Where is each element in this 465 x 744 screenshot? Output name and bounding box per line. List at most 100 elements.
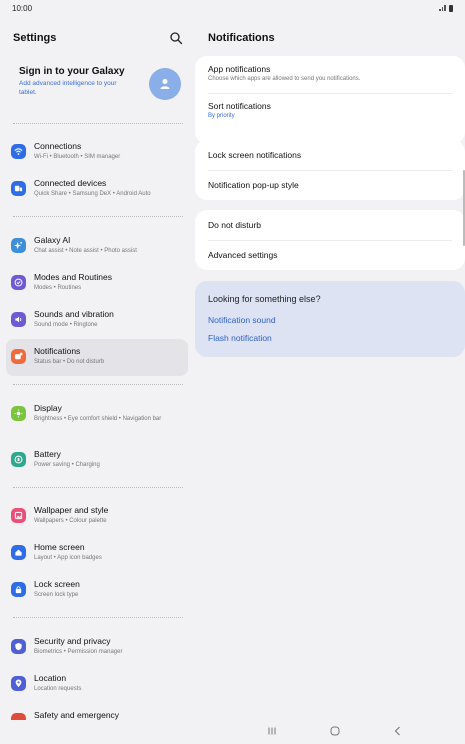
home-circle-icon xyxy=(330,726,340,736)
notification-icon xyxy=(11,349,26,364)
divider xyxy=(208,240,452,241)
menu-item-wallpaper-and-style[interactable]: Wallpaper and style Wallpapers • Colour … xyxy=(6,498,188,535)
menu-item-subtitle: Biometrics • Permission manager xyxy=(34,649,123,655)
menu-item-safety-and-emergency[interactable]: Safety and emergency xyxy=(6,703,188,720)
menu-item-location[interactable]: Location Location requests xyxy=(6,666,188,703)
status-time: 10:00 xyxy=(12,3,33,13)
settings-list-pane: Settings Sign in to your Galaxy Add adva… xyxy=(0,16,195,720)
menu-item-title: Connected devices xyxy=(34,178,107,188)
advanced-settings-row[interactable]: Advanced settings xyxy=(208,250,277,260)
app-notifications-title: App notifications xyxy=(208,64,271,74)
sparkle-icon xyxy=(11,238,26,253)
menu-item-subtitle: Screen lock type xyxy=(34,592,79,598)
account-sign-in[interactable]: Sign in to your Galaxy Add advanced inte… xyxy=(13,66,183,106)
location-pin-icon xyxy=(11,676,26,691)
check-circle-icon xyxy=(11,275,26,290)
suggestions-card: Looking for something else? Notification… xyxy=(195,281,465,357)
signal-icon xyxy=(439,5,447,11)
lock-screen-notifications-title: Lock screen notifications xyxy=(208,150,302,160)
divider xyxy=(208,170,452,171)
menu-item-home-screen[interactable]: Home screen Layout • App icon badges xyxy=(6,535,188,572)
menu-item-security-and-privacy[interactable]: Security and privacy Biometrics • Permis… xyxy=(6,629,188,666)
divider xyxy=(208,93,452,94)
menu-item-sounds-and-vibration[interactable]: Sounds and vibration Sound mode • Ringto… xyxy=(6,302,188,339)
home-icon xyxy=(11,545,26,560)
recent-apps-icon xyxy=(268,727,276,735)
menu-item-title: Location xyxy=(34,673,67,683)
divider xyxy=(13,123,183,124)
sort-notifications-value: By priority xyxy=(208,113,235,119)
menu-item-modes-and-routines[interactable]: Modes and Routines Modes • Routines xyxy=(6,265,188,302)
menu-item-lock-screen[interactable]: Lock screen Screen lock type xyxy=(6,572,188,609)
notification-options-card: App notifications Choose which apps are … xyxy=(195,56,465,144)
menu-item-title: Lock screen xyxy=(34,579,80,589)
lock-icon xyxy=(11,582,26,597)
divider xyxy=(13,617,183,618)
battery-icon xyxy=(11,452,26,467)
menu-item-subtitle: Modes • Routines xyxy=(34,285,82,291)
battery-status-icon xyxy=(449,4,453,12)
menu-item-title: Connections xyxy=(34,141,82,151)
menu-item-subtitle: Location requests xyxy=(34,686,82,692)
notification-popup-style-title: Notification pop-up style xyxy=(208,180,299,190)
recent-apps-button[interactable] xyxy=(265,724,279,738)
menu-item-title: Safety and emergency xyxy=(34,710,120,720)
do-not-disturb-row[interactable]: Do not disturb xyxy=(208,220,261,230)
person-icon xyxy=(160,79,170,89)
menu-item-subtitle: Sound mode • Ringtone xyxy=(34,322,98,328)
menu-item-title: Home screen xyxy=(34,542,85,552)
menu-item-title: Display xyxy=(34,403,62,413)
settings-title: Settings xyxy=(13,32,57,44)
divider xyxy=(13,384,183,385)
menu-item-battery[interactable]: Battery Power saving • Charging xyxy=(6,442,188,479)
other-options-card: Do not disturb Advanced settings xyxy=(195,210,465,270)
emergency-icon xyxy=(11,713,26,720)
menu-item-title: Battery xyxy=(34,449,61,459)
menu-item-title: Security and privacy xyxy=(34,636,111,646)
devices-icon xyxy=(11,181,26,196)
menu-item-display[interactable]: Display Brightness • Eye comfort shield … xyxy=(6,396,188,436)
back-button[interactable] xyxy=(391,724,405,738)
menu-item-subtitle: Quick Share • Samsung DeX • Android Auto xyxy=(34,191,151,197)
sun-icon xyxy=(11,406,26,421)
notifications-detail-pane: Notifications App notifications Choose w… xyxy=(195,16,465,720)
wallpaper-icon xyxy=(11,508,26,523)
flash-notification-link[interactable]: Flash notification xyxy=(208,333,272,343)
status-bar: 10:00 xyxy=(0,0,465,16)
menu-item-connections[interactable]: Connections Wi-Fi • Bluetooth • SIM mana… xyxy=(6,134,188,171)
settings-header: Settings xyxy=(0,16,195,60)
menu-item-subtitle: Brightness • Eye comfort shield • Naviga… xyxy=(34,416,162,422)
menu-item-title: Galaxy AI xyxy=(34,235,71,245)
avatar xyxy=(149,68,181,100)
menu-item-subtitle: Status bar • Do not disturb xyxy=(34,359,105,365)
status-icons xyxy=(439,4,453,12)
menu-item-title: Wallpaper and style xyxy=(34,505,109,515)
menu-item-galaxy-ai[interactable]: Galaxy AI Chat assist • Note assist • Ph… xyxy=(6,228,188,265)
divider xyxy=(13,216,183,217)
divider xyxy=(13,487,183,488)
navigation-bar xyxy=(0,720,465,744)
menu-item-connected-devices[interactable]: Connected devices Quick Share • Samsung … xyxy=(6,171,188,208)
notification-sound-link[interactable]: Notification sound xyxy=(208,315,276,325)
page-title: Notifications xyxy=(208,32,275,44)
menu-item-title: Notifications xyxy=(34,346,81,356)
wifi-icon xyxy=(11,144,26,159)
menu-item-subtitle: Wallpapers • Colour palette xyxy=(34,518,107,524)
search-button[interactable] xyxy=(169,31,183,45)
sort-notifications-title: Sort notifications xyxy=(208,101,271,111)
menu-item-notifications[interactable]: Notifications Status bar • Do not distur… xyxy=(6,339,188,376)
search-icon xyxy=(170,32,183,45)
lock-screen-notifications-row[interactable]: Lock screen notifications xyxy=(208,150,301,160)
app-notifications-row[interactable]: App notifications Choose which apps are … xyxy=(208,64,360,82)
sort-notifications-row[interactable]: Sort notifications By priority xyxy=(208,101,271,119)
notification-popup-style-row[interactable]: Notification pop-up style xyxy=(208,180,299,190)
menu-item-subtitle: Chat assist • Note assist • Photo assist xyxy=(34,248,137,254)
menu-item-title: Modes and Routines xyxy=(34,272,112,282)
do-not-disturb-title: Do not disturb xyxy=(208,220,261,230)
speaker-icon xyxy=(11,312,26,327)
suggestions-title: Looking for something else? xyxy=(208,294,321,304)
menu-item-subtitle: Wi-Fi • Bluetooth • SIM manager xyxy=(34,154,121,160)
menu-item-title: Sounds and vibration xyxy=(34,309,114,319)
shield-icon xyxy=(11,639,26,654)
home-button[interactable] xyxy=(328,724,342,738)
